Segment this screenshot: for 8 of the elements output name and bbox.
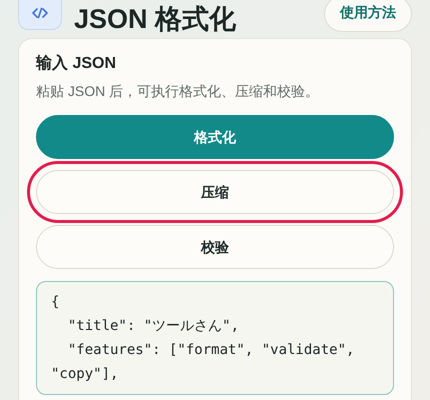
help-button[interactable]: 使用方法	[324, 0, 412, 32]
page-title: JSON 格式化	[74, 6, 236, 33]
action-button[interactable]: 校验	[36, 225, 394, 269]
action-button[interactable]: 格式化	[36, 115, 394, 159]
action-button[interactable]: 压缩	[27, 161, 403, 223]
card-title: 输入 JSON	[36, 53, 118, 74]
card-description: 粘贴 JSON 后，可执行格式化、压缩和校验。	[36, 82, 320, 101]
json-editor[interactable]: { "title": "ツールさん", "features": ["format", "validate", "copy"],	[36, 281, 394, 395]
